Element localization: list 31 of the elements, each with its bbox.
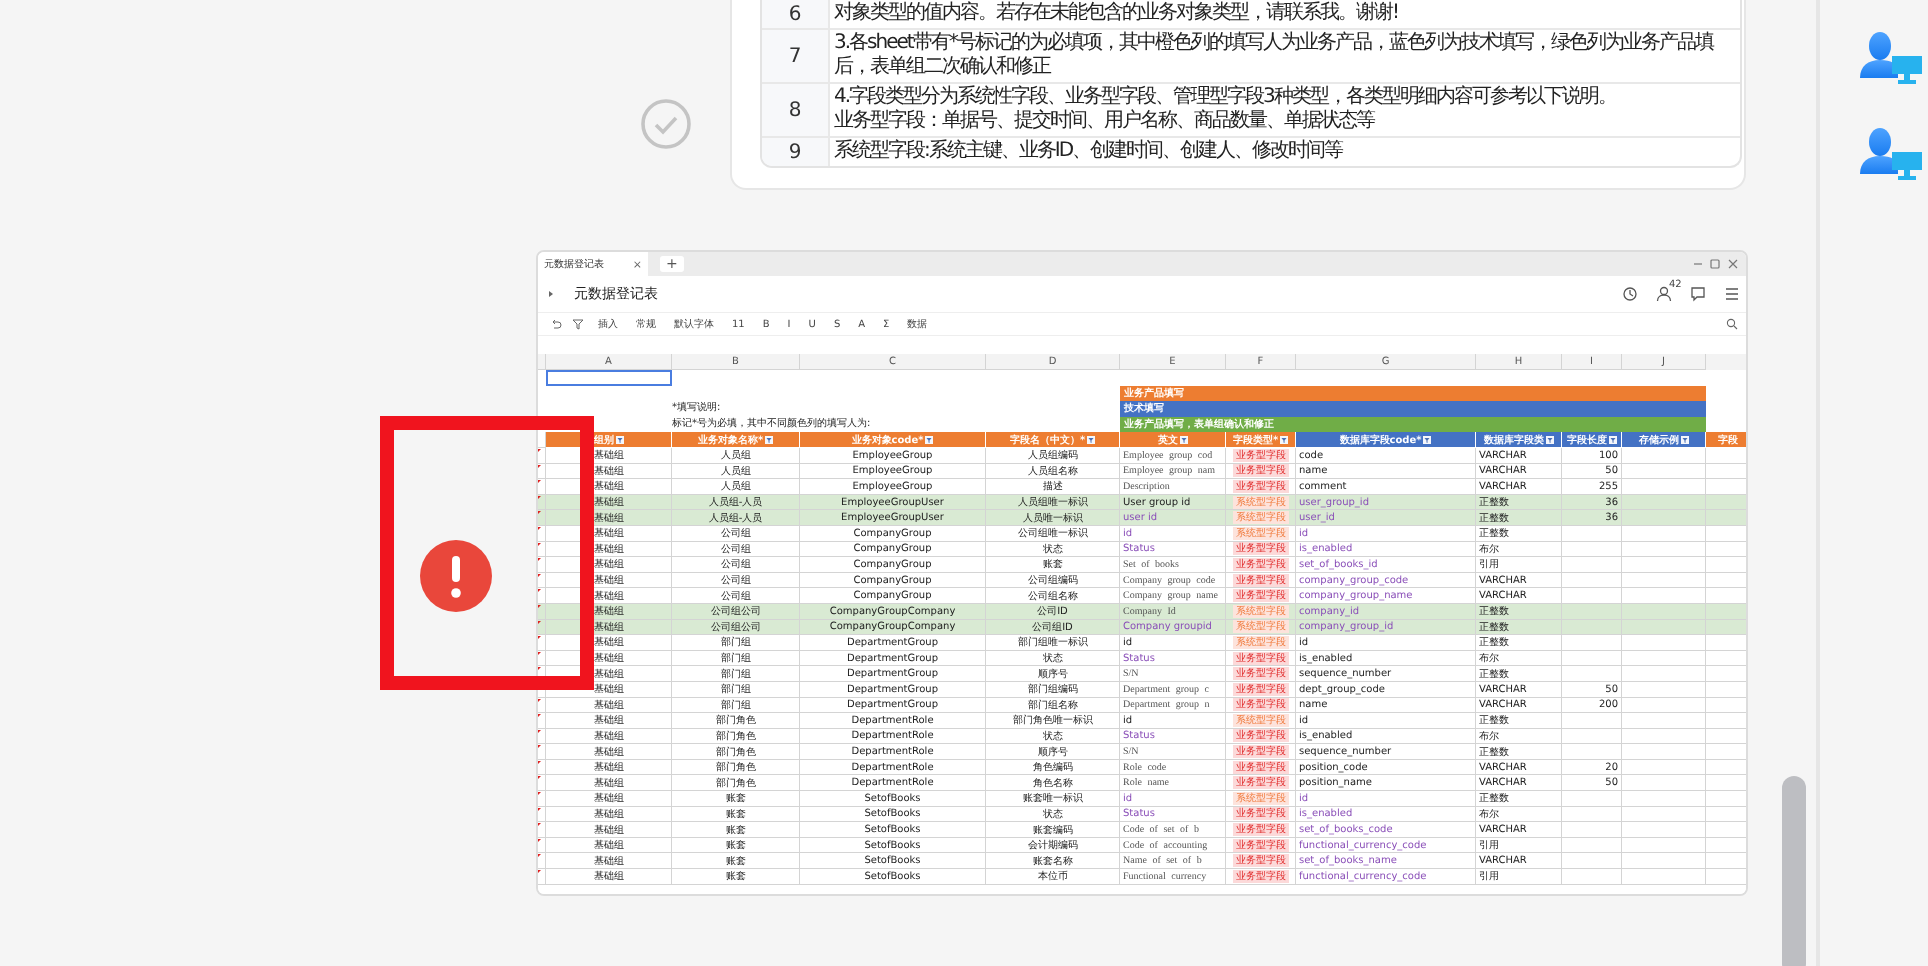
row-number: 9 bbox=[762, 138, 830, 166]
filter-icon bbox=[1608, 435, 1617, 444]
history-icon bbox=[1622, 286, 1638, 302]
filter-icon bbox=[1423, 435, 1432, 444]
sidebar-toggle-icon bbox=[548, 290, 554, 298]
user-icon bbox=[1656, 286, 1672, 302]
filter-icon bbox=[1179, 435, 1188, 444]
note-text: 业务型字段：单据号、提交时间、用户名称、商品数量、单据状态等 bbox=[834, 110, 1377, 134]
filter-icon bbox=[1545, 435, 1554, 444]
scrollbar-thumb[interactable] bbox=[1782, 776, 1806, 966]
note-text: 4.字段类型分为系统性字段、业务型字段、管理型字段3种类型，各类型明细内容可参考以下说明。 bbox=[834, 86, 1616, 109]
note-text: 系统型字段:系统主键、业务ID、创建时间、创建人、修改时间等 bbox=[834, 140, 1343, 164]
filter-icon bbox=[1087, 435, 1096, 444]
selected-cell[interactable] bbox=[546, 370, 672, 386]
row-number: 8 bbox=[762, 84, 830, 136]
filter-icon bbox=[1280, 435, 1289, 444]
note-text: 对象类型的值内容。若存在未能包含的业务对象类型，请联系我。谢谢! bbox=[834, 2, 1399, 26]
filter-icon bbox=[615, 435, 624, 444]
check-circle-icon bbox=[640, 98, 692, 150]
comment-icon bbox=[1690, 286, 1706, 302]
warning-icon bbox=[420, 540, 492, 612]
row-number: 7 bbox=[762, 30, 830, 82]
filter-icon bbox=[1680, 435, 1689, 444]
filter-icon bbox=[765, 435, 774, 444]
user-computer-icon bbox=[1858, 126, 1922, 182]
row-number: 6 bbox=[762, 0, 830, 28]
note-text: 后，表单组二次确认和修正 bbox=[834, 56, 1053, 80]
menu-icon bbox=[1724, 286, 1740, 302]
user-computer-icon bbox=[1858, 30, 1922, 86]
note-text: 3.各sheet带有*号标记的为必填项，其中橙色列的填写人为业务产品，蓝色列为技术填写，绿色列为业务产品填 bbox=[834, 32, 1713, 55]
filter-icon bbox=[925, 435, 934, 444]
